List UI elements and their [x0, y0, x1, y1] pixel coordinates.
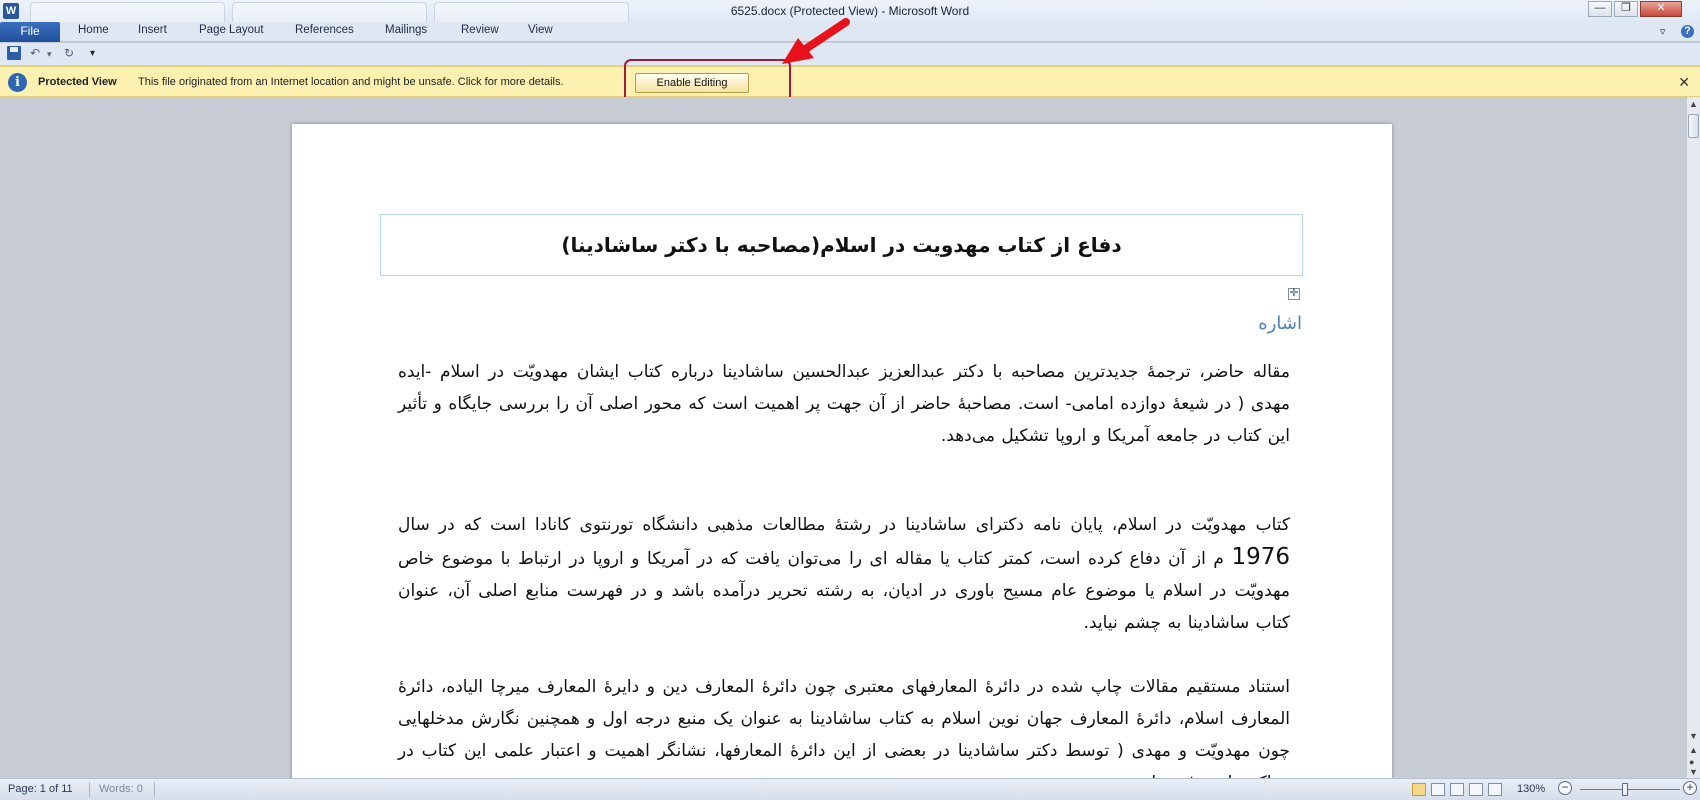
draft-view-icon[interactable] — [1488, 783, 1502, 796]
next-page-icon[interactable]: ▼ — [1689, 767, 1698, 777]
help-icon[interactable]: ? — [1681, 25, 1694, 38]
page-count[interactable]: Page: 1 of 11 — [8, 783, 73, 795]
info-icon: i — [8, 73, 27, 92]
tab-view[interactable]: View — [528, 24, 553, 36]
web-layout-icon[interactable] — [1450, 783, 1464, 796]
status-divider — [89, 782, 90, 797]
word-count[interactable]: Words: 0 — [99, 783, 143, 795]
undo-dropdown-icon[interactable]: ▾ — [47, 49, 52, 60]
tab-mailings[interactable]: Mailings — [385, 24, 427, 36]
zoom-slider-thumb[interactable] — [1622, 783, 1628, 796]
print-layout-view-icon[interactable] — [1412, 783, 1426, 796]
tab-page-layout[interactable]: Page Layout — [199, 24, 264, 36]
minimize-button[interactable]: — — [1588, 1, 1612, 17]
restore-button[interactable]: ❐ — [1614, 1, 1638, 17]
red-arrow-icon — [782, 18, 850, 64]
zoom-in-button[interactable]: + — [1683, 781, 1697, 795]
scroll-up-icon[interactable]: ▲ — [1689, 99, 1698, 109]
tab-review[interactable]: Review — [461, 24, 499, 36]
zoom-out-button[interactable]: − — [1558, 781, 1572, 795]
tab-references[interactable]: References — [295, 24, 354, 36]
previous-page-icon[interactable]: ▲ — [1689, 745, 1698, 755]
document-area[interactable]: دفاع از کتاب مهدویت در اسلام(مصاحبه با د… — [0, 97, 1686, 778]
select-browse-object-icon[interactable]: ● — [1689, 757, 1694, 767]
undo-icon[interactable]: ↶ — [30, 46, 40, 60]
tab-home[interactable]: Home — [78, 24, 109, 36]
outline-view-icon[interactable] — [1469, 783, 1483, 796]
close-message-bar-icon[interactable]: ✕ — [1678, 74, 1690, 91]
section-heading: اشاره — [1258, 313, 1302, 334]
save-icon[interactable] — [7, 46, 21, 60]
paragraph: استناد مستقیم مقالات چاپ شده در دائرهٔ ا… — [398, 671, 1290, 778]
customize-qat-icon[interactable]: ▾ — [90, 48, 95, 59]
minimize-ribbon-icon[interactable]: ▿ — [1660, 25, 1666, 38]
paragraph: مقاله حاضر، ترجمهٔ جدیدترین مصاحبه با دک… — [398, 356, 1290, 452]
vertical-scrollbar[interactable]: ▲ ▼ ▲ ● ▼ — [1686, 97, 1700, 778]
year-number: 1976 — [1231, 544, 1290, 570]
protected-view-bar[interactable]: i Protected View This file originated fr… — [0, 66, 1700, 97]
close-window-button[interactable]: ✕ — [1640, 1, 1682, 17]
protected-view-title: Protected View — [38, 76, 117, 88]
paragraph-text: م از آن دفاع کرده است، کمتر کتاب یا مقال… — [398, 549, 1290, 633]
full-screen-reading-icon[interactable] — [1431, 783, 1445, 796]
redo-icon[interactable]: ↻ — [64, 46, 74, 60]
document-page[interactable]: دفاع از کتاب مهدویت در اسلام(مصاحبه با د… — [292, 124, 1392, 778]
zoom-slider[interactable] — [1580, 789, 1680, 790]
file-tab[interactable]: File — [0, 22, 60, 42]
status-bar: Page: 1 of 11 Words: 0 130% − + — [0, 778, 1700, 800]
paragraph-text: کتاب مهدویّت در اسلام، پایان نامه دکترای… — [398, 515, 1290, 535]
table-move-handle-icon[interactable]: ✛ — [1288, 288, 1300, 300]
document-title: دفاع از کتاب مهدویت در اسلام(مصاحبه با د… — [380, 214, 1303, 276]
protected-view-message[interactable]: This file originated from an Internet lo… — [138, 76, 564, 88]
scrollbar-thumb[interactable] — [1688, 114, 1699, 138]
zoom-level[interactable]: 130% — [1517, 783, 1545, 795]
paragraph: کتاب مهدویّت در اسلام، پایان نامه دکترای… — [398, 509, 1290, 639]
paragraph-text: مقاله حاضر، ترجمهٔ جدیدترین مصاحبه با دک… — [398, 362, 1290, 446]
scroll-down-icon[interactable]: ▼ — [1689, 731, 1698, 741]
paragraph-text: استناد مستقیم مقالات چاپ شده در دائرهٔ ا… — [398, 677, 1290, 778]
tab-insert[interactable]: Insert — [138, 24, 167, 36]
status-divider — [154, 782, 155, 797]
